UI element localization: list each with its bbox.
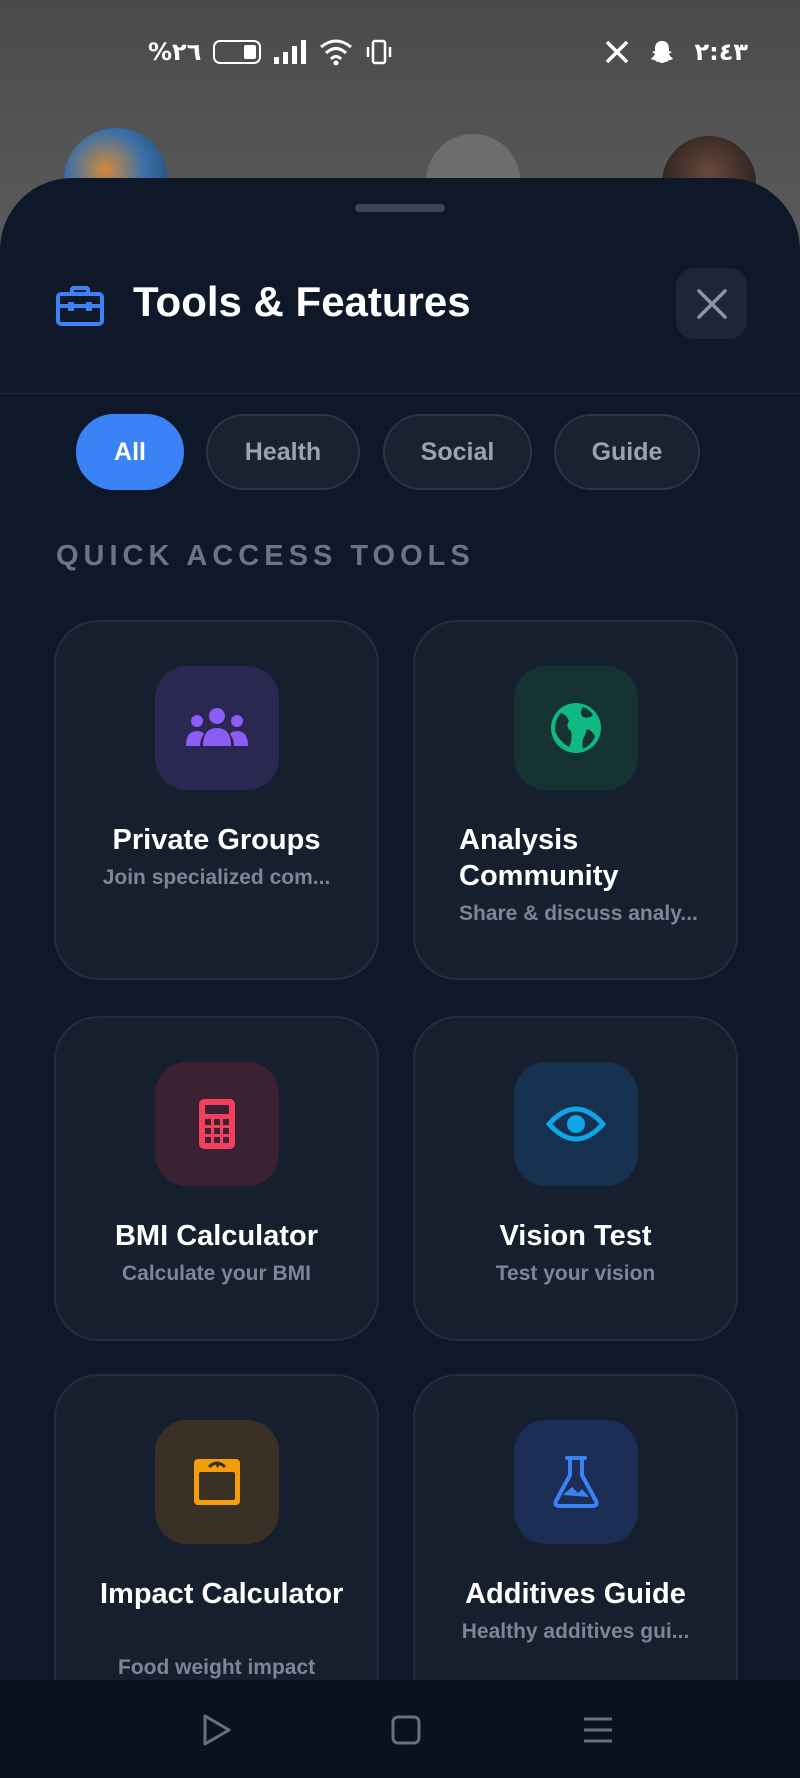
tool-card-analysis-community[interactable]: Analysis Community Share & discuss analy… [413,620,738,980]
sheet-header: Tools & Features [0,178,800,394]
home-icon[interactable] [386,1710,426,1750]
status-right: ٢:٤٣ [604,38,748,66]
filter-chip-health[interactable]: Health [206,414,360,490]
tool-title: Additives Guide [465,1578,686,1610]
signal-icon [274,40,307,64]
tool-card-private-groups[interactable]: Private Groups Join specialized com... [54,620,379,980]
groups-icon [186,708,248,746]
tool-subtitle: Calculate your BMI [121,1262,312,1285]
snapchat-icon [651,41,674,63]
icon-container [155,666,279,790]
chip-label: Social [420,437,495,466]
tool-title: Analysis Community [459,824,619,892]
tool-title: Private Groups [112,824,321,856]
tool-subtitle: Healthy additives gui... [461,1620,690,1643]
icon-container [514,1062,638,1186]
battery-icon [213,40,262,64]
close-button[interactable] [676,268,747,339]
tool-card-bmi-calculator[interactable]: BMI Calculator Calculate your BMI [54,1016,379,1341]
tool-title: Impact Calculator [100,1578,344,1610]
icon-container [514,1420,638,1544]
battery-percent: %٢٦ [148,38,202,66]
system-nav-bar [0,1680,800,1778]
tool-card-vision-test[interactable]: Vision Test Test your vision [413,1016,738,1341]
tool-subtitle: Food weight impact [118,1656,316,1679]
vibrate-icon [367,39,392,65]
eye-icon [546,1106,606,1142]
tool-subtitle: Test your vision [495,1262,656,1285]
chip-label: Guide [591,437,663,466]
sheet-title: Tools & Features [133,278,471,325]
status-bar: %٢٦ ٢:٤٣ [0,0,800,106]
tools-bottom-sheet: Tools & Features All Health Social Guide… [0,178,800,1778]
icon-container [155,1420,279,1544]
recents-icon[interactable] [578,1710,618,1750]
calculator-icon [199,1099,235,1149]
filter-chip-social[interactable]: Social [383,414,532,490]
chip-label: All [114,437,146,466]
filter-chip-guide[interactable]: Guide [554,414,700,490]
tool-subtitle: Join specialized com... [102,866,331,889]
filter-chip-all[interactable]: All [76,414,184,490]
x-app-icon [606,40,629,64]
toolbox-icon [56,286,104,326]
wifi-icon [320,39,353,66]
clock: ٢:٤٣ [694,38,748,66]
flask-icon [553,1456,599,1508]
tool-title: BMI Calculator [114,1220,319,1252]
close-icon [696,288,727,319]
status-left: %٢٦ [148,38,393,66]
chip-label: Health [244,437,322,466]
scale-icon [194,1459,240,1505]
section-label: QUICK ACCESS TOOLS [56,540,475,572]
icon-container [514,666,638,790]
tool-title: Vision Test [499,1220,652,1252]
globe-icon [551,703,601,753]
icon-container [155,1062,279,1186]
tool-subtitle: Share & discuss analy... [459,902,698,925]
back-icon[interactable] [196,1710,236,1750]
